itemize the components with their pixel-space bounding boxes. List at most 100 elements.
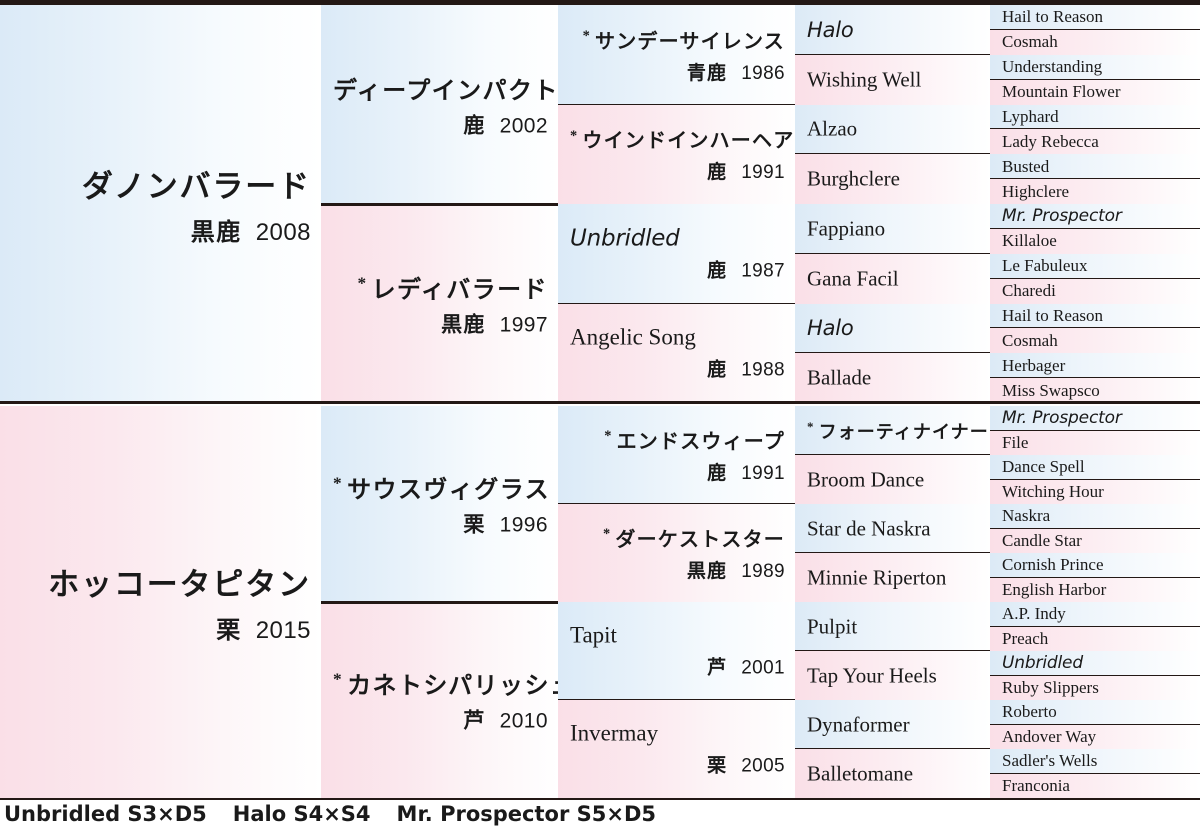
imported-star-icon: * [333, 669, 344, 689]
gen4-cell: Le Fabuleux [990, 253, 1200, 279]
cell-text: Dynaformer [795, 712, 990, 737]
gen3-cell: Halo [795, 5, 990, 55]
cell-text: * エンドスウィープ鹿 1991 [558, 425, 795, 485]
gen4-cell: Sadler's Wells [990, 749, 1200, 774]
cell-text: * カネトシパリッシュ芦 2010 [321, 666, 558, 735]
birth-year: 2002 [499, 114, 548, 137]
cell-text: File [990, 433, 1200, 453]
horse-name: Ballade [807, 365, 872, 390]
cell-text: Minnie Riperton [795, 565, 990, 590]
horse-name: Charedi [1002, 281, 1056, 301]
birth-year: 2001 [741, 657, 785, 679]
imported-star-icon: * [582, 28, 591, 45]
horse-name: Le Fabuleux [1002, 256, 1088, 276]
horse-name: Mr. Prospector [1002, 408, 1122, 429]
imported-star-icon: * [604, 428, 613, 445]
cell-text: * レディバラード 黒鹿 1997 [321, 269, 558, 338]
cell-text: Mountain Flower [990, 82, 1200, 102]
horse-name: Naskra [1002, 506, 1051, 526]
coat-and-year: 栗 1996 [333, 509, 548, 539]
cell-text: Dance Spell [990, 457, 1200, 477]
gen3-cell: Halo [795, 303, 990, 354]
cell-text: Wishing Well [795, 67, 990, 92]
cell-text: Highclere [990, 182, 1200, 202]
horse-name: Witching Hour [1002, 481, 1104, 501]
coat-and-year: 鹿 1988 [570, 355, 785, 382]
horse-name: Herbager [1002, 355, 1066, 375]
cell-text: Cornish Prince [990, 555, 1200, 575]
gen4-cell: Busted [990, 154, 1200, 180]
horse-name: ダノンバラード [81, 169, 311, 205]
gen4-cell: Witching Hour [990, 479, 1200, 504]
cell-text: * サンデーサイレンス 青鹿 1986 [558, 25, 795, 85]
inbreeding-entry: Halo S4×S4 [232, 802, 371, 826]
gen4-cell: Lady Rebecca [990, 129, 1200, 155]
cell-text: Halo [795, 316, 990, 340]
cell-text: Herbager [990, 356, 1200, 376]
gen3-cell: Fappiano [795, 204, 990, 254]
coat-and-year: 鹿 2002 [333, 109, 548, 139]
gen3-cell: * フォーティナイナー [795, 406, 990, 455]
gen4-cell: Lyphard [990, 104, 1200, 130]
horse-name: * ダーケストスター [602, 526, 785, 551]
coat-colour: 栗 [216, 616, 242, 644]
horse-name: Lyphard [1002, 106, 1059, 126]
horse-name: Cosmah [1002, 330, 1058, 350]
cell-text: ディープインパクト鹿 2002 [321, 70, 558, 139]
cell-text: Ballade [795, 366, 990, 391]
coat-and-year: 栗 2015 [12, 610, 311, 645]
horse-name: Wishing Well [807, 67, 922, 92]
cell-text: Invermay 栗 2005 [558, 721, 795, 778]
cell-text: Angelic Song 鹿 1988 [558, 325, 795, 382]
horse-name: File [1002, 432, 1029, 452]
coat-and-year: 鹿 1991 [570, 458, 785, 485]
coat-colour: 鹿 [707, 259, 728, 282]
horse-name: A.P. Indy [1002, 604, 1066, 624]
cell-text: Franconia [990, 776, 1200, 796]
imported-star-icon: * [602, 526, 612, 543]
birth-year: 1997 [499, 313, 548, 336]
cell-text: Andover Way [990, 727, 1200, 747]
horse-name: Tapit [570, 622, 617, 648]
cell-text: English Harbor [990, 580, 1200, 600]
birth-year: 1996 [499, 513, 548, 537]
cell-text: * フォーティナイナー [795, 418, 990, 444]
coat-and-year: 芦 2001 [570, 653, 785, 680]
horse-name: * エンドスウィープ [604, 428, 785, 453]
cell-text: ダノンバラード 黒鹿 2008 [0, 161, 321, 247]
horse-name: Mr. Prospector [1002, 206, 1122, 227]
subject-cell: ホッコータピタン栗 2015 [0, 406, 321, 798]
birth-year: 1991 [741, 162, 785, 184]
gen2-cell: Tapit 芦 2001 [558, 602, 795, 700]
cell-text: Gana Facil [795, 266, 990, 291]
gen4-cell: Killaloe [990, 228, 1200, 254]
birth-year: 1989 [741, 561, 785, 582]
gen3-cell: Tap Your Heels [795, 651, 990, 700]
coat-colour: 鹿 [463, 113, 486, 137]
gen4-cell: Mountain Flower [990, 79, 1200, 105]
imported-star-icon: * [807, 418, 815, 434]
coat-colour: 栗 [707, 754, 728, 777]
cell-text: * サウスヴィグラス栗 1996 [321, 470, 558, 539]
gen4-cell: Herbager [990, 353, 1200, 379]
cell-text: ホッコータピタン栗 2015 [0, 559, 321, 645]
cell-text: Witching Hour [990, 482, 1200, 502]
horse-name: Cornish Prince [1002, 555, 1104, 575]
pedigree-chart: ダノンバラード 黒鹿 2008 ディープインパクト鹿 2002 * レディバラード 黒鹿 199… [0, 0, 1200, 828]
cell-text: * ダーケストスター 黒鹿 1989 [558, 523, 795, 583]
horse-name: Dance Spell [1002, 457, 1085, 477]
gen4-cell: Mr. Prospector [990, 204, 1200, 229]
gen2-cell: * エンドスウィープ鹿 1991 [558, 406, 795, 504]
cell-text: * ウインドインハーヘア鹿 1991 [558, 124, 795, 184]
gen4-cell: Cornish Prince [990, 553, 1200, 578]
horse-name: Balletomane [807, 761, 914, 785]
imported-star-icon: * [570, 127, 579, 144]
gen4-cell: Roberto [990, 700, 1200, 725]
gen4-cell: Candle Star [990, 528, 1200, 553]
imported-star-icon: * [333, 473, 344, 493]
horse-name: Lady Rebecca [1002, 131, 1099, 151]
horse-name: Killaloe [1002, 231, 1057, 251]
horse-name: Halo [807, 316, 854, 341]
gen4-cell: Naskra [990, 504, 1200, 529]
coat-and-year: 青鹿 1986 [570, 58, 785, 85]
